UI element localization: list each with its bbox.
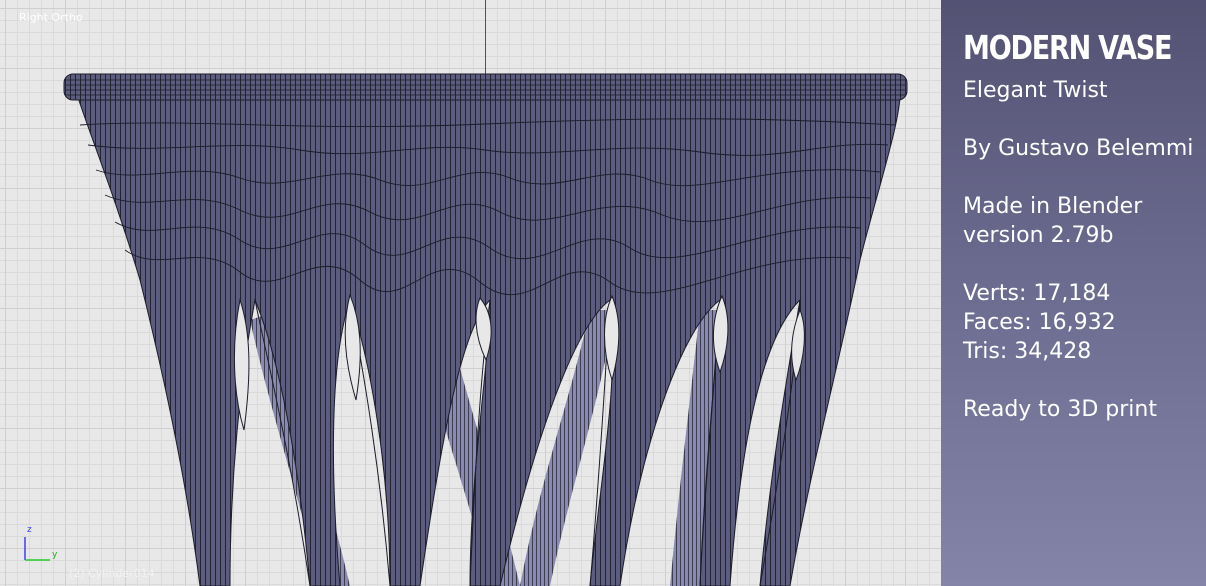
ready-note: Ready to 3D print xyxy=(963,397,1157,422)
version: version 2.79b xyxy=(963,223,1114,248)
verts-count: Verts: 17,184 xyxy=(963,281,1111,306)
made-in: Made in Blender xyxy=(963,194,1143,219)
axis-gizmo: z y xyxy=(18,524,68,564)
view-name-label: Right Ortho xyxy=(19,11,83,24)
z-axis-label: z xyxy=(27,525,32,535)
subtitle: Elegant Twist xyxy=(963,78,1108,103)
info-panel: MODERN VASE Elegant Twist By Gustavo Bel… xyxy=(941,0,1206,586)
vase-mesh[interactable] xyxy=(0,0,941,586)
active-object-label: (2) Cylinder014 xyxy=(69,567,155,580)
panel-title: MODERN VASE xyxy=(963,28,1173,67)
3d-viewport[interactable]: Right Ortho z y (2) Cylinder014 xyxy=(0,0,941,586)
tris-count: Tris: 34,428 xyxy=(963,339,1092,364)
author: By Gustavo Belemmi xyxy=(963,136,1194,161)
y-axis-label: y xyxy=(52,550,58,560)
faces-count: Faces: 16,932 xyxy=(963,310,1116,335)
